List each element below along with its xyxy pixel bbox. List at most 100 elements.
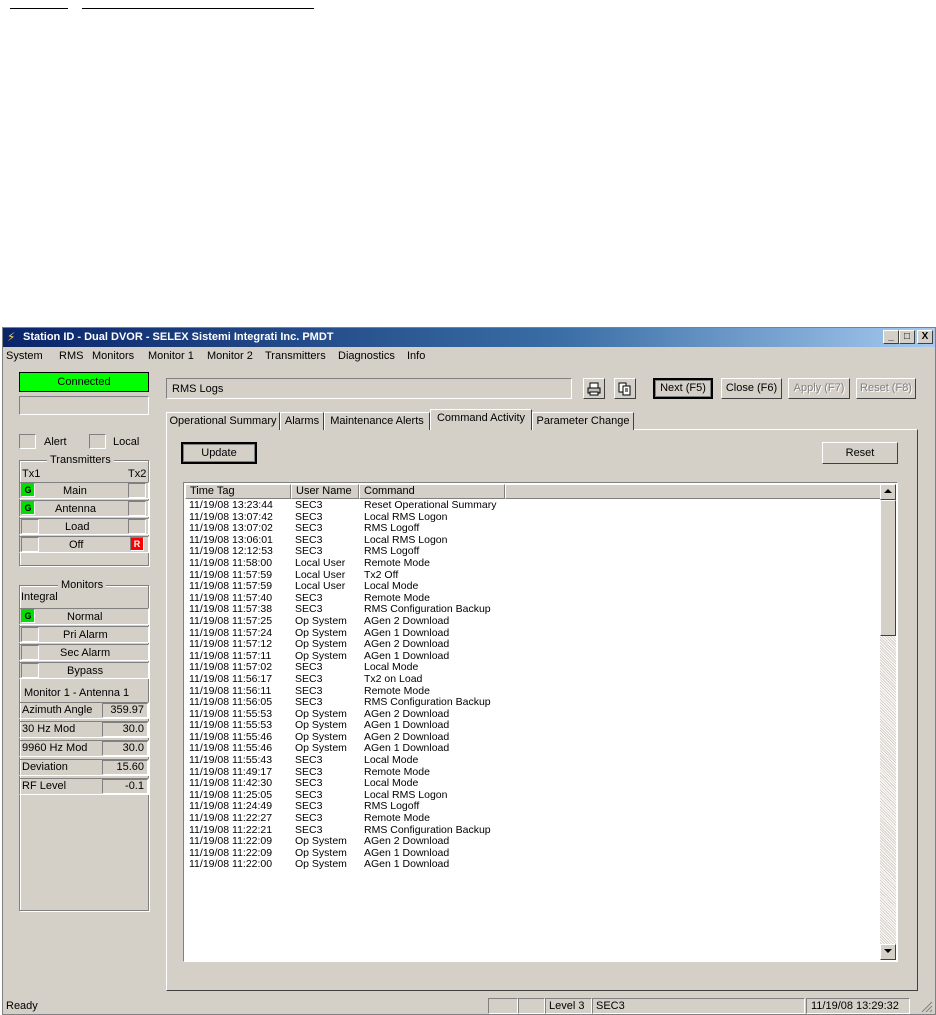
printer-icon [587,382,601,396]
print-button[interactable] [583,378,605,399]
menu-transmitters[interactable]: Transmitters [265,350,326,362]
tab-operational-summary[interactable]: Operational Summary [166,412,280,430]
alert-indicator [19,434,36,449]
table-row[interactable]: 11/19/08 11:42:30 SEC3 Local Mode [185,778,882,790]
table-row[interactable]: 11/19/08 11:22:00 Op System AGen 1 Downloa… [185,859,882,871]
title-bar[interactable]: ⚡ Station ID - Dual DVOR - SELEX Sistemi… [3,328,935,347]
next-button[interactable]: Next (F5) [653,378,713,399]
apply-button[interactable]: Apply (F7) [788,378,850,399]
menu-diagnostics[interactable]: Diagnostics [338,350,395,362]
status-level: Level 3 [545,998,592,1014]
tx2-main-indicator [128,483,146,498]
rf-level-value: -0.1 [102,779,148,794]
table-row[interactable]: 11/19/08 11:56:05 SEC3 RMS Configuration B… [185,696,882,709]
menu-rms[interactable]: RMS [59,350,83,362]
table-row[interactable]: 11/19/08 13:23:44 SEC3 Reset Operational S… [185,499,882,512]
menu-monitors[interactable]: Monitors [92,350,134,362]
tx1-off-indicator [21,537,39,552]
close-button[interactable]: Close (F6) [721,378,782,399]
value-row-azimuth: Azimuth Angle 359.97 [19,702,149,719]
table-row[interactable]: 11/19/08 11:25:05 SEC3 Local RMS Logon [185,789,882,802]
table-row[interactable]: 11/19/08 11:55:43 SEC3 Local Mode [185,754,882,767]
table-row[interactable]: 11/19/08 11:57:24 Op System AGen 1 Downloa… [185,627,882,640]
time-tag-cell: 11/19/08 11:56:05 [189,696,273,709]
column-header-user-name[interactable]: User Name [291,484,359,499]
copy-button[interactable] [614,378,636,399]
window-title: Station ID - Dual DVOR - SELEX Sistemi I… [23,331,334,343]
lightning-icon: ⚡ [7,330,16,344]
table-row[interactable]: 11/19/08 11:58:00 Local User Remote Mode [185,556,882,570]
table-row[interactable]: 11/19/08 11:55:53 Op System AGen 1 Downloa… [185,720,882,732]
minimize-button[interactable]: _ [883,330,899,344]
monitor-antenna-title: Monitor 1 - Antenna 1 [24,687,130,699]
time-tag-cell: 11/19/08 11:57:12 [189,638,273,651]
user-name-cell: Op System [295,638,347,651]
menu-monitor-2[interactable]: Monitor 2 [207,350,253,362]
tx2-antenna-indicator [128,501,146,516]
command-log-list[interactable]: Time Tag User Name Command 11/19/08 13:2… [183,482,898,962]
column-header-command[interactable]: Command [359,484,505,499]
tx-antenna-label: Antenna [55,503,96,515]
tab-command-activity[interactable]: Command Activity [430,409,532,430]
table-row[interactable]: 11/19/08 12:12:53 SEC3 RMS Logoff [185,546,882,558]
table-row[interactable]: 11/19/08 13:07:02 SEC3 RMS Logoff [185,523,882,535]
command-cell: Remote Mode [364,556,430,569]
reset-f8-button[interactable]: Reset (F8) [856,378,916,399]
update-button[interactable]: Update [181,442,257,464]
column-header-filler [505,484,882,499]
table-row[interactable]: 11/19/08 11:55:46 Op System AGen 2 Downloa… [185,731,882,744]
user-name-cell: Op System [295,614,347,627]
user-name-cell: SEC3 [295,672,323,685]
table-row[interactable]: 11/19/08 13:07:42 SEC3 Local RMS Logon [185,511,882,524]
table-row[interactable]: 11/19/08 11:22:27 SEC3 Remote Mode [185,812,882,825]
integral-label: Integral [21,591,58,603]
table-row[interactable]: 11/19/08 11:57:25 Op System AGen 2 Downloa… [185,614,882,628]
connection-status: Connected [19,372,149,392]
azimuth-value: 359.97 [102,703,148,718]
tab-alarms[interactable]: Alarms [280,412,324,430]
table-row[interactable]: 11/19/08 11:56:17 SEC3 Tx2 on Load [185,672,882,686]
status-ready: Ready [6,1000,38,1012]
close-window-button[interactable]: X [917,330,933,344]
table-row[interactable]: 11/19/08 11:22:21 SEC3 RMS Configuration B… [185,824,882,837]
menu-monitor-1[interactable]: Monitor 1 [148,350,194,362]
command-cell: Reset Operational Summary [364,499,497,511]
menu-system[interactable]: System [6,350,43,362]
tab-maintenance-alerts[interactable]: Maintenance Alerts [324,412,430,430]
table-row[interactable]: 11/19/08 11:56:11 SEC3 Remote Mode [185,685,882,698]
column-header-time-tag[interactable]: Time Tag [185,484,291,499]
status-message-box [19,396,149,415]
maximize-button[interactable]: □ [899,330,915,344]
copy-icon [618,382,631,396]
scroll-up-button[interactable] [880,484,896,500]
table-row[interactable]: 11/19/08 13:06:01 SEC3 Local RMS Logon [185,534,882,547]
table-row[interactable]: 11/19/08 11:55:46 Op System AGen 1 Downloa… [185,743,882,755]
scroll-down-button[interactable] [880,944,896,960]
table-row[interactable]: 11/19/08 11:22:09 Op System AGen 2 Downloa… [185,836,882,848]
menu-info[interactable]: Info [407,350,425,362]
table-row[interactable]: 11/19/08 11:24:49 SEC3 RMS Logoff [185,801,882,813]
tx1-antenna-led: G [21,501,35,515]
tab-parameter-change[interactable]: Parameter Change [532,412,634,430]
table-row[interactable]: 11/19/08 11:57:59 Local User Tx2 Off [185,569,882,582]
table-row[interactable]: 11/19/08 11:57:02 SEC3 Local Mode [185,662,882,674]
table-row[interactable]: 11/19/08 11:55:53 Op System AGen 2 Downloa… [185,708,882,721]
reset-button[interactable]: Reset [822,442,898,464]
scroll-thumb[interactable] [880,500,896,636]
time-tag-cell: 11/19/08 11:57:25 [189,614,273,627]
command-cell: AGen 2 Download [364,638,450,651]
resize-grip-icon[interactable] [921,1001,933,1013]
table-row[interactable]: 11/19/08 11:57:40 SEC3 Remote Mode [185,592,882,605]
user-name-cell: Local User [295,580,346,593]
command-cell: Local Mode [364,580,419,593]
tx2-label: Tx2 [128,468,147,480]
table-row[interactable]: 11/19/08 11:57:11 Op System AGen 1 Downloa… [185,650,882,663]
table-row[interactable]: 11/19/08 11:57:38 SEC3 RMS Configuration B… [185,604,882,616]
table-row[interactable]: 11/19/08 11:49:17 SEC3 Remote Mode [185,766,882,779]
table-row[interactable]: 11/19/08 11:57:12 Op System AGen 2 Downloa… [185,639,882,651]
vertical-scrollbar[interactable] [880,484,896,960]
status-cell-2 [518,998,545,1014]
table-row[interactable]: 11/19/08 11:22:09 Op System AGen 1 Downloa… [185,847,882,860]
user-name-cell: SEC3 [295,696,323,709]
table-row[interactable]: 11/19/08 11:57:59 Local User Local Mode [185,581,882,593]
